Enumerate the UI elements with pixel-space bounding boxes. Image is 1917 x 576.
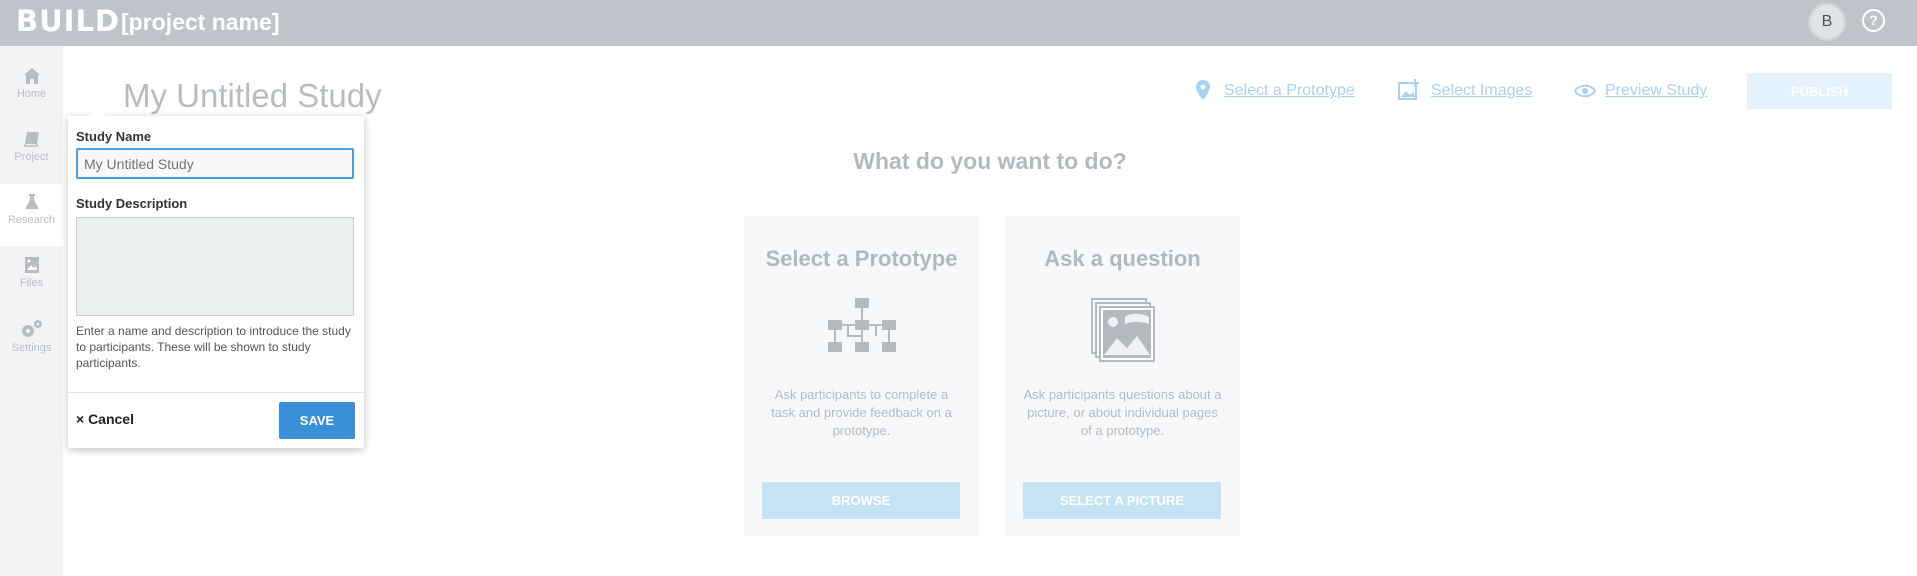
publish-button[interactable]: PUBLISH xyxy=(1747,73,1892,109)
sidebar-item-label: Files xyxy=(19,277,44,289)
study-name-label: Study Name xyxy=(76,129,152,144)
image-file-icon xyxy=(24,257,39,273)
sidebar-item-label: Home xyxy=(16,88,47,100)
study-description-label: Study Description xyxy=(76,196,188,211)
study-description-textarea[interactable] xyxy=(76,217,354,316)
card-description: Ask participants to complete a task and … xyxy=(771,387,952,438)
help-icon[interactable]: ? xyxy=(1862,9,1885,32)
gears-icon xyxy=(21,320,42,337)
browse-button[interactable]: BROWSE xyxy=(762,482,960,519)
sidebar-item-files[interactable]: Files xyxy=(0,247,63,309)
select-prototype-card: Select a Prototype Ask participants to c… xyxy=(744,216,979,536)
divider xyxy=(68,392,364,393)
card-title: Select a Prototype xyxy=(765,246,958,271)
top-bar: BUILD [project name] B ? xyxy=(0,0,1917,46)
sidebar-item-label: Settings xyxy=(11,342,52,354)
eye-icon xyxy=(1574,84,1596,98)
page-title: My Untitled Study xyxy=(123,77,382,114)
add-image-icon xyxy=(1398,79,1419,100)
sidebar-item-label: Research xyxy=(7,214,56,226)
picture-stack-icon xyxy=(1090,298,1155,362)
study-name-input[interactable] xyxy=(76,148,354,179)
sitemap-icon xyxy=(827,298,896,352)
map-pin-icon xyxy=(1196,80,1210,100)
user-avatar[interactable]: B xyxy=(1808,3,1846,41)
select-prototype-link[interactable]: Select a Prototype xyxy=(1224,80,1355,102)
cancel-button[interactable]: × Cancel xyxy=(76,411,134,427)
home-icon xyxy=(23,68,40,84)
select-picture-button[interactable]: SELECT A PICTURE xyxy=(1023,482,1221,519)
sidebar-item-research[interactable]: Research xyxy=(0,184,63,246)
card-description: Ask participants questions about a pictu… xyxy=(1023,387,1222,438)
book-icon xyxy=(23,132,39,147)
card-title: Ask a question xyxy=(1044,246,1201,271)
project-name[interactable]: [project name] xyxy=(121,7,279,37)
preview-study-link[interactable]: Preview Study xyxy=(1605,80,1707,102)
ask-question-card: Ask a question Ask participants question… xyxy=(1005,216,1240,536)
help-text: Enter a name and description to introduc… xyxy=(76,324,351,370)
question-text: What do you want to do? xyxy=(853,148,1127,174)
popover-caret xyxy=(88,107,106,116)
sidebar-item-home[interactable]: Home xyxy=(0,58,63,120)
build-logo[interactable]: BUILD xyxy=(16,6,120,36)
select-images-link[interactable]: Select Images xyxy=(1431,80,1532,102)
sidebar: Home Project Research Files Settings xyxy=(0,46,63,576)
sidebar-item-settings[interactable]: Settings xyxy=(0,310,63,372)
flask-icon xyxy=(24,194,39,209)
edit-study-popover: Study Name Study Description Enter a nam… xyxy=(68,107,364,448)
save-button[interactable]: SAVE xyxy=(279,402,355,439)
